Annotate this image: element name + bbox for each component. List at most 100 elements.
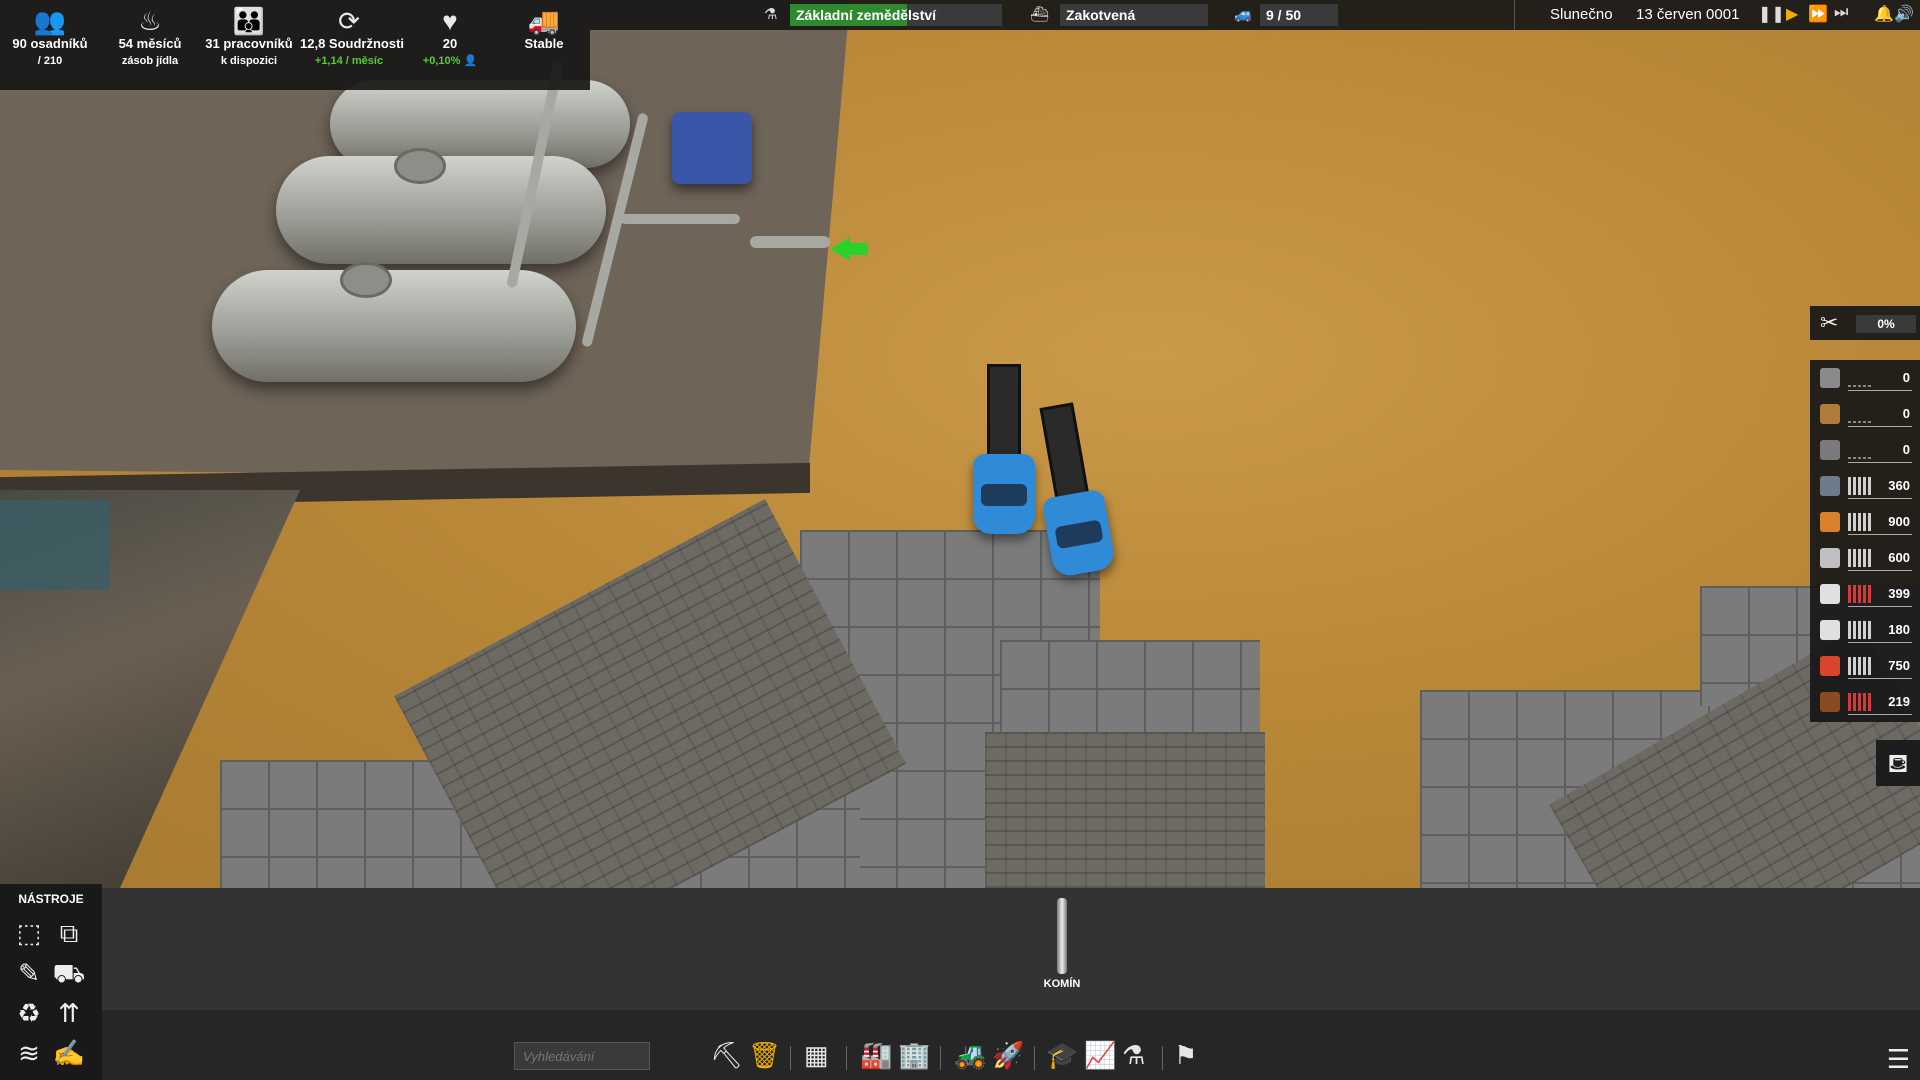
mortar-icon: ⛾ (1887, 748, 1909, 778)
upgrade-icon[interactable]: ⇈ (52, 996, 86, 1030)
resource-row[interactable]: 0 (1810, 396, 1920, 432)
tools-title: NÁSTROJE (18, 892, 84, 906)
resource-row[interactable]: 0 (1810, 432, 1920, 468)
workers-stat[interactable]: 👪 31 pracovníků k dispozici (202, 6, 296, 70)
resource-line (1848, 426, 1912, 427)
resource-bar (1848, 457, 1851, 459)
research-progress[interactable]: Základní zemědělství (790, 4, 1002, 26)
resource-bars (1848, 549, 1884, 569)
selection-cut-icon[interactable]: ⬚ (12, 916, 46, 950)
resource-bar (1863, 385, 1866, 387)
resource-bar (1848, 657, 1851, 675)
divider (790, 1046, 791, 1070)
top-bar: ⚗ Základní zemědělství ⛴ Zakotvená 🚙 9 /… (590, 0, 1920, 30)
game-world-view[interactable] (0, 0, 1920, 888)
edit-icon[interactable]: ✍ (52, 1036, 86, 1070)
tools-panel: NÁSTROJE ⬚ ⧉ ✎ ⛟ ♻ ⇈ ≋ ✍ (0, 884, 102, 1080)
pause-icon[interactable]: ❚❚ (1758, 4, 1785, 24)
resource-row[interactable]: 399 (1810, 576, 1920, 612)
maintenance-panel[interactable]: ✂ 0% (1810, 306, 1920, 340)
resource-value: 600 (1888, 550, 1910, 565)
unity-rate: +1,14 / měsíc (314, 55, 384, 67)
education-icon[interactable]: 🎓 (1046, 1040, 1078, 1071)
workers-icon: 👪 (232, 6, 266, 36)
notifications-icon[interactable]: 🔔 (1874, 4, 1894, 24)
storage-icon[interactable]: ▦ (804, 1040, 829, 1071)
build-item-label: KOMÍN (1043, 978, 1081, 990)
factory-icon[interactable]: 🏭 (860, 1040, 892, 1071)
storage-tank[interactable] (330, 80, 630, 168)
play-icon[interactable]: ▶ (1786, 4, 1798, 24)
trash-icon[interactable]: 🗑 (748, 1040, 781, 1071)
resource-bars (1848, 585, 1884, 605)
tools-cross-icon: ✂ (1820, 310, 1839, 335)
maintenance-value: 0% (1856, 315, 1916, 333)
resource-bar (1853, 421, 1856, 423)
mining-icon[interactable]: ⛏ (710, 1040, 743, 1071)
health-stat[interactable]: ♥ 20 +0,10% 👤 (406, 6, 494, 70)
truck-icon: 🚚 (527, 6, 561, 36)
tutorial-button[interactable]: ⛾ (1876, 740, 1920, 786)
unity-icon: ⟳ (338, 6, 360, 36)
resource-row[interactable]: 219 (1810, 684, 1920, 720)
resource-row[interactable]: 360 (1810, 468, 1920, 504)
rocket-icon[interactable]: 🚀 (992, 1040, 1024, 1071)
building-roof[interactable] (985, 732, 1265, 888)
layers-icon[interactable]: ≋ (12, 1036, 46, 1070)
food-stat[interactable]: ♨ 54 měsíců zásob jídla (106, 6, 194, 70)
recycle-icon[interactable]: ♻ (12, 996, 46, 1030)
port-arrow-icon (830, 237, 850, 261)
vehicle-count[interactable]: 9 / 50 (1260, 4, 1338, 26)
trucks-stat[interactable]: 🚚 Stable (500, 6, 588, 52)
bulldozer-icon[interactable]: ⛟ (52, 956, 86, 990)
resource-bar (1863, 693, 1866, 711)
search-input[interactable] (514, 1042, 650, 1070)
resource-bars (1848, 477, 1884, 497)
eyedropper-icon[interactable]: ✎ (12, 956, 46, 990)
sound-icon[interactable]: 🔊 (1894, 4, 1914, 24)
ship-status[interactable]: Zakotvená (1060, 4, 1208, 26)
unity-stat[interactable]: ⟳ 12,8 Soudržnosti +1,14 / měsíc (300, 6, 404, 70)
resource-value: 180 (1888, 622, 1910, 637)
people-icon: 👥 (33, 6, 67, 36)
pump[interactable] (672, 112, 752, 184)
copy-icon[interactable]: ⧉ (52, 916, 86, 950)
fastest-forward-icon[interactable]: ⏭ (1834, 4, 1848, 22)
tank-hatch (394, 148, 446, 184)
resource-bar (1848, 477, 1851, 495)
population-icon[interactable]: ⚑ (1174, 1040, 1197, 1071)
resource-row[interactable]: 900 (1810, 504, 1920, 540)
resource-bar (1848, 385, 1851, 387)
resource-bar (1863, 477, 1866, 495)
menu-icon[interactable]: ☰ (1887, 1044, 1910, 1075)
resource-bar (1868, 513, 1871, 531)
resource-bar (1848, 585, 1851, 603)
resource-row[interactable]: 0 (1810, 360, 1920, 396)
resource-bar (1863, 621, 1866, 639)
flask-icon: ⚗ (764, 6, 778, 23)
resource-bar (1863, 513, 1866, 531)
truck-chassis (987, 364, 1021, 459)
truck[interactable] (973, 364, 1035, 534)
settlers-stat[interactable]: 👥 90 osadníků / 210 (6, 6, 94, 70)
statistics-icon[interactable]: 📈 (1084, 1040, 1116, 1071)
resource-row[interactable]: 600 (1810, 540, 1920, 576)
resource-bars (1848, 441, 1884, 461)
resource-bar (1868, 621, 1871, 639)
resource-bar (1853, 477, 1856, 495)
build-item-chimney[interactable]: KOMÍN (1012, 898, 1112, 990)
housing-icon[interactable]: 🏢 (898, 1040, 930, 1071)
resource-bar (1863, 457, 1866, 459)
resource-3-icon (1820, 440, 1840, 460)
storage-tank[interactable] (212, 270, 576, 382)
food-bowl-icon: ♨ (138, 6, 162, 36)
resource-line (1848, 570, 1912, 571)
divider (1162, 1046, 1163, 1070)
resource-row[interactable]: 750 (1810, 648, 1920, 684)
resource-bar (1858, 421, 1861, 423)
fast-forward-icon[interactable]: ⏩ (1808, 4, 1828, 24)
research-icon[interactable]: ⚗ (1122, 1040, 1145, 1071)
resource-row[interactable]: 180 (1810, 612, 1920, 648)
workers-count: 31 pracovníků (205, 36, 293, 51)
vehicles-icon[interactable]: 🚜 (954, 1040, 986, 1071)
